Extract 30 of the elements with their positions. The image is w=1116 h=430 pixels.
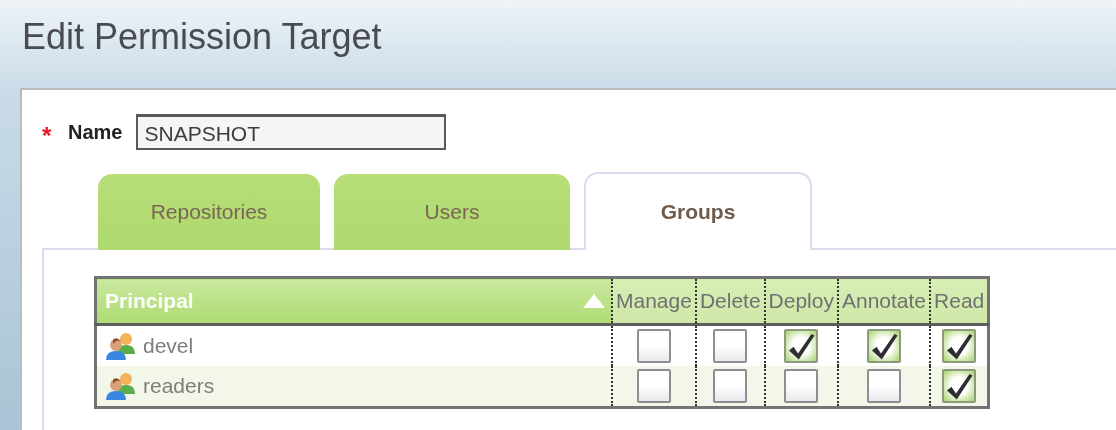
- checkbox[interactable]: [942, 329, 977, 363]
- principal-name: devel: [143, 334, 194, 358]
- tab[interactable]: Users: [334, 174, 570, 250]
- user-group-icon: [105, 332, 137, 360]
- checkbox[interactable]: [784, 329, 819, 363]
- checkmark-icon: [869, 331, 899, 361]
- column-header[interactable]: Delete: [695, 277, 765, 325]
- tab[interactable]: Groups: [584, 172, 812, 250]
- user-group-icon: [105, 372, 137, 400]
- principal-name: readers: [143, 374, 215, 398]
- checkmark-icon: [786, 331, 817, 361]
- page-title: Edit Permission Target: [21, 15, 383, 59]
- checkbox[interactable]: [713, 369, 748, 403]
- checkmark-icon: [944, 331, 975, 361]
- field-label: Name: [68, 120, 123, 144]
- column-header[interactable]: Manage: [612, 277, 696, 325]
- required-icon: *: [42, 124, 58, 148]
- checkmark-icon: [944, 371, 975, 401]
- column-header[interactable]: Deploy: [764, 277, 838, 325]
- column-header[interactable]: Read: [930, 277, 989, 325]
- checkbox[interactable]: [867, 369, 901, 403]
- checkbox[interactable]: [942, 369, 977, 403]
- checkbox[interactable]: [713, 329, 748, 363]
- checkbox[interactable]: [636, 369, 671, 403]
- tab[interactable]: Repositories: [98, 174, 320, 250]
- name-field[interactable]: SNAPSHOT: [136, 114, 447, 150]
- checkbox[interactable]: [867, 329, 901, 363]
- checkbox[interactable]: [636, 329, 671, 363]
- checkbox[interactable]: [784, 369, 819, 403]
- column-header[interactable]: Annotate: [837, 277, 931, 325]
